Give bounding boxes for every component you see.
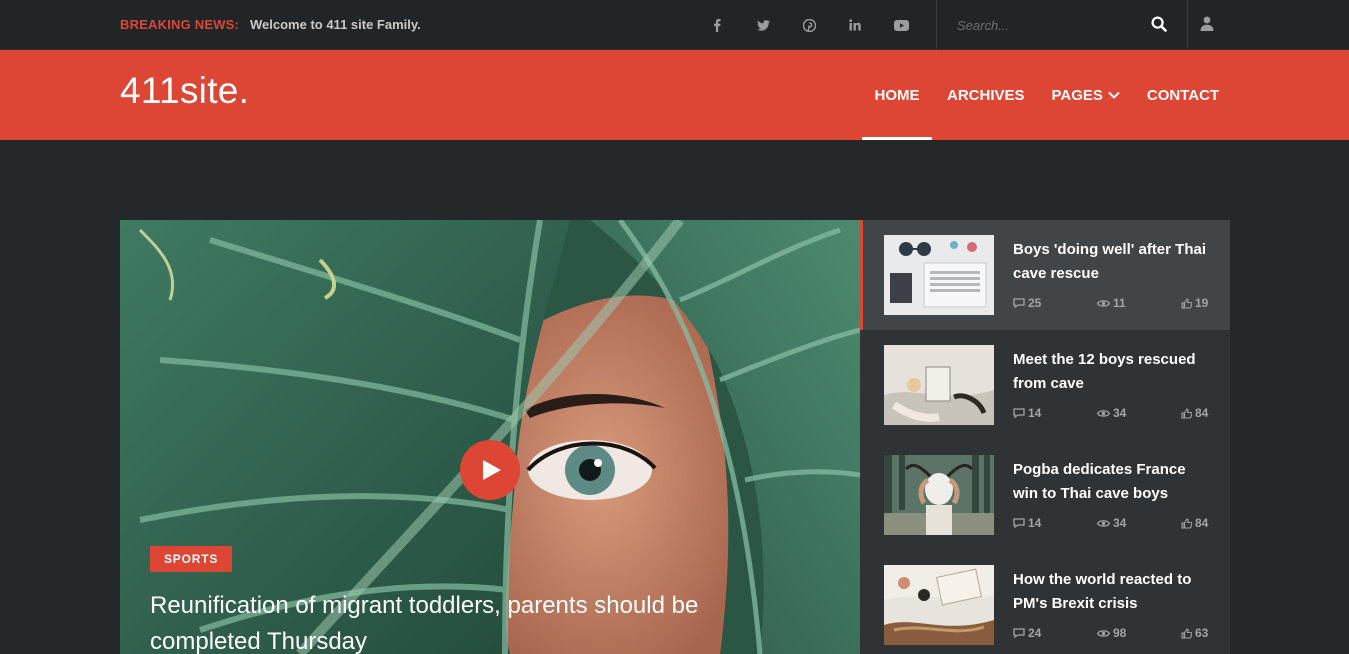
nav-pages[interactable]: PAGES: [1052, 50, 1120, 140]
chevron-down-icon: [1108, 91, 1120, 99]
like-count: 84: [1181, 516, 1208, 530]
like-count: 63: [1181, 626, 1208, 640]
comment-icon: [1013, 298, 1025, 308]
like-count-value: 84: [1195, 516, 1209, 530]
view-count: 34: [1097, 516, 1126, 530]
search-icon[interactable]: [1151, 16, 1169, 34]
post-title[interactable]: How the world reacted to PM's Brexit cri…: [1013, 568, 1213, 616]
post-title[interactable]: Pogba dedicates France win to Thai cave …: [1013, 458, 1213, 506]
list-item[interactable]: Meet the 12 boys rescued from cave 14 34…: [860, 330, 1230, 440]
nav-archives[interactable]: ARCHIVES: [947, 50, 1025, 140]
comment-count: 24: [1013, 626, 1041, 640]
like-count-value: 19: [1195, 296, 1209, 310]
site-logo[interactable]: 411site.: [120, 70, 249, 112]
post-thumbnail[interactable]: [884, 565, 994, 645]
breaking-news-text[interactable]: Welcome to 411 site Family.: [250, 17, 421, 32]
comment-count-value: 14: [1028, 516, 1042, 530]
comment-count: 14: [1013, 406, 1041, 420]
pinterest-icon[interactable]: [797, 15, 821, 35]
eye-icon: [1097, 519, 1110, 527]
twitter-icon[interactable]: [751, 15, 775, 35]
post-title[interactable]: Meet the 12 boys rescued from cave: [1013, 348, 1213, 396]
post-list: Boys 'doing well' after Thai cave rescue…: [860, 220, 1230, 654]
nav-pages-label: PAGES: [1051, 86, 1103, 104]
comment-count-value: 14: [1028, 406, 1042, 420]
comment-icon: [1013, 628, 1025, 638]
comment-count: 25: [1013, 296, 1041, 310]
play-button[interactable]: [460, 440, 520, 500]
thumbs-up-icon: [1181, 297, 1192, 309]
post-thumbnail[interactable]: [884, 345, 994, 425]
post-thumbnail[interactable]: [884, 455, 994, 535]
comment-count-value: 25: [1028, 296, 1042, 310]
view-count-value: 98: [1113, 626, 1127, 640]
view-count-value: 11: [1113, 296, 1126, 310]
like-count: 84: [1181, 406, 1208, 420]
search-input[interactable]: [957, 15, 1137, 35]
user-icon[interactable]: [1200, 16, 1218, 34]
facebook-icon[interactable]: [705, 15, 729, 35]
view-count: 34: [1097, 406, 1126, 420]
view-count: 98: [1097, 626, 1126, 640]
main-nav: HOME ARCHIVES PAGES CONTACT: [862, 50, 1219, 140]
thumbs-up-icon: [1181, 407, 1192, 419]
comment-icon: [1013, 518, 1025, 528]
featured-post[interactable]: SPORTS Reunification of migrant toddlers…: [120, 220, 860, 654]
search-box: [936, 0, 1188, 50]
youtube-icon[interactable]: [889, 15, 913, 35]
like-count: 19: [1181, 296, 1208, 310]
play-icon: [483, 460, 501, 480]
nav-home[interactable]: HOME: [862, 50, 932, 140]
category-badge[interactable]: SPORTS: [150, 546, 233, 572]
comment-icon: [1013, 408, 1025, 418]
list-item[interactable]: Pogba dedicates France win to Thai cave …: [860, 440, 1230, 550]
like-count-value: 63: [1195, 626, 1209, 640]
list-item[interactable]: Boys 'doing well' after Thai cave rescue…: [860, 220, 1230, 330]
post-title[interactable]: Boys 'doing well' after Thai cave rescue: [1013, 238, 1213, 286]
featured-title[interactable]: Reunification of migrant toddlers, paren…: [150, 588, 750, 654]
eye-icon: [1097, 299, 1110, 307]
view-count-value: 34: [1113, 406, 1127, 420]
comment-count-value: 24: [1028, 626, 1042, 640]
like-count-value: 84: [1195, 406, 1209, 420]
comment-count: 14: [1013, 516, 1041, 530]
view-count: 11: [1097, 296, 1126, 310]
list-item[interactable]: How the world reacted to PM's Brexit cri…: [860, 550, 1230, 654]
post-thumbnail[interactable]: [884, 235, 994, 315]
view-count-value: 34: [1113, 516, 1127, 530]
thumbs-up-icon: [1181, 627, 1192, 639]
site-header: 411site. HOME ARCHIVES PAGES CONTACT: [0, 50, 1349, 140]
eye-icon: [1097, 629, 1110, 637]
linkedin-icon[interactable]: [843, 15, 867, 35]
eye-icon: [1097, 409, 1110, 417]
thumbs-up-icon: [1181, 517, 1192, 529]
social-links: [705, 15, 935, 35]
breaking-news-label: BREAKING NEWS:: [120, 17, 240, 32]
top-bar: BREAKING NEWS: Welcome to 411 site Famil…: [0, 0, 1349, 50]
nav-contact[interactable]: CONTACT: [1147, 50, 1219, 140]
